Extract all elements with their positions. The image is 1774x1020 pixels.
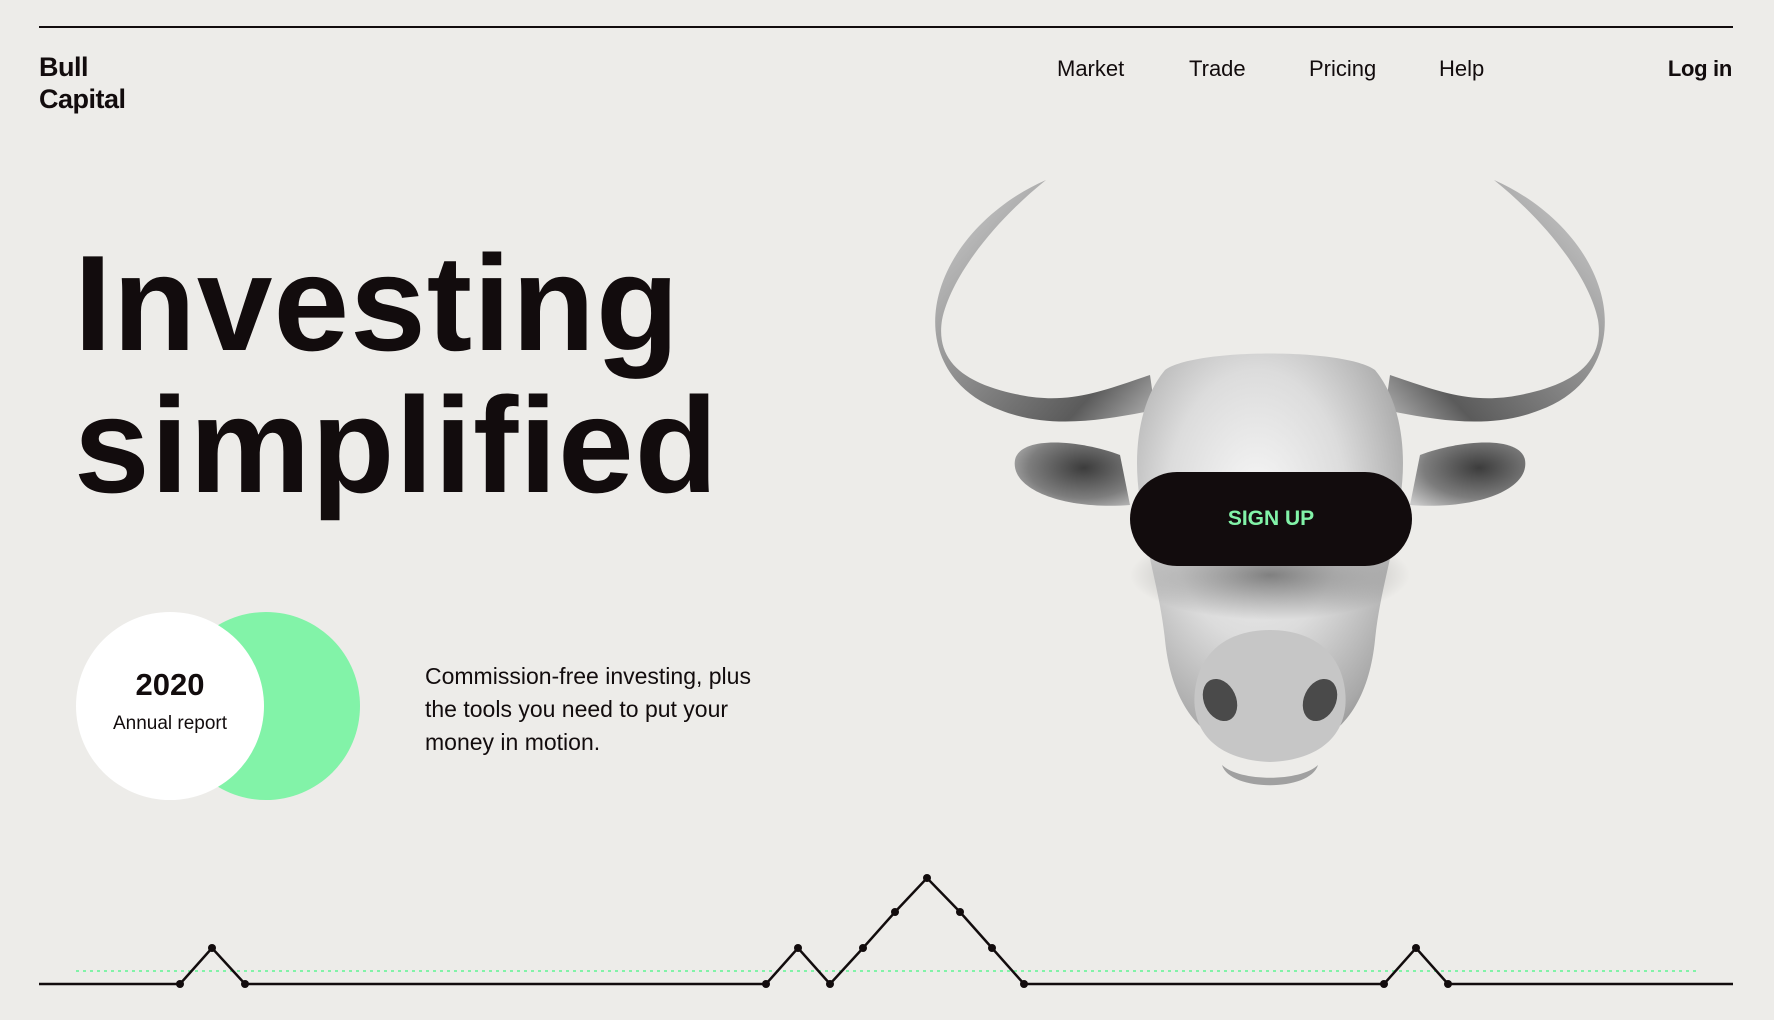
signup-button[interactable]: SIGN UP (1130, 472, 1412, 566)
report-label: Annual report (112, 713, 228, 734)
brand-logo-line1: Bull (39, 52, 88, 82)
hero-tagline: Commission-free investing, plus the tool… (425, 663, 751, 755)
ticker-line-icon (39, 874, 1733, 988)
top-divider (39, 26, 1733, 28)
annual-report-badge[interactable]: 2020 Annual report (76, 612, 264, 800)
hero-headline-line1: Investing (74, 227, 680, 379)
hero-headline: Investing simplified (74, 232, 719, 516)
nav-item-help[interactable]: Help (1439, 55, 1484, 83)
nav-item-trade[interactable]: Trade (1189, 55, 1246, 83)
nav-item-pricing[interactable]: Pricing (1309, 55, 1376, 83)
nav-item-market[interactable]: Market (1057, 55, 1124, 83)
report-year: 2020 (135, 667, 205, 702)
brand-logo[interactable]: Bull Capital (39, 51, 126, 115)
hero-headline-line2: simplified (74, 369, 719, 521)
brand-logo-line2: Capital (39, 84, 126, 114)
login-link[interactable]: Log in (1668, 55, 1732, 83)
